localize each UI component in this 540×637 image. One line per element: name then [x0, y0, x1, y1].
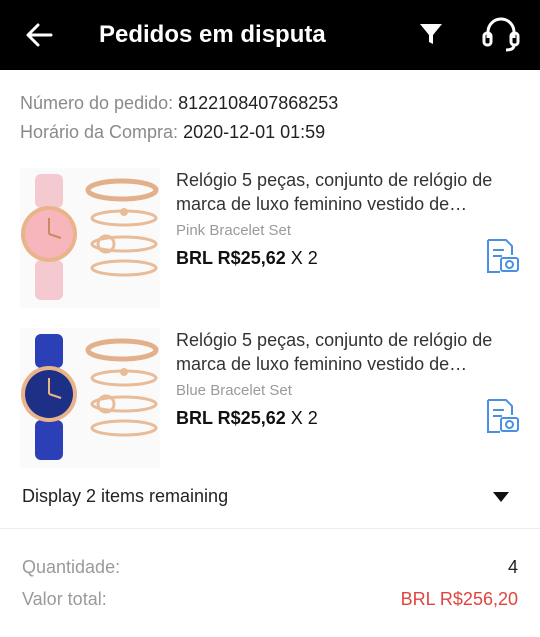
document-camera-icon[interactable]	[484, 238, 520, 274]
product-price: BRL R$25,62 X 2	[176, 248, 318, 269]
product-image[interactable]	[20, 168, 160, 308]
filter-icon[interactable]	[418, 21, 444, 47]
order-number-label: Número do pedido:	[20, 93, 174, 113]
document-camera-icon[interactable]	[484, 398, 520, 434]
quantity-value: 4	[507, 557, 518, 577]
total-label: Valor total:	[22, 589, 107, 609]
product-image[interactable]	[20, 328, 160, 468]
order-number-value: 8122108407868253	[178, 93, 339, 113]
page-title: Pedidos em disputa	[99, 21, 326, 48]
headset-icon[interactable]	[480, 16, 522, 52]
purchase-time: Horário da Compra: 2020-12-01 01:59	[20, 121, 325, 143]
back-arrow-icon[interactable]	[24, 20, 54, 50]
quantity-label: Quantidade:	[22, 557, 121, 577]
product-price-value: BRL R$25,62	[176, 408, 286, 428]
product-quantity: X 2	[290, 408, 318, 428]
product-price-value: BRL R$25,62	[176, 248, 286, 268]
product-name[interactable]: Relógio 5 peças, conjunto de relógio de …	[176, 328, 521, 376]
display-remaining-toggle[interactable]: Display 2 items remaining	[0, 472, 540, 522]
purchase-time-label: Horário da Compra:	[20, 122, 179, 142]
product-name[interactable]: Relógio 5 peças, conjunto de relógio de …	[176, 168, 521, 216]
display-remaining-label: Display 2 items remaining	[22, 486, 229, 506]
purchase-time-value: 2020-12-01 01:59	[183, 122, 326, 142]
product-quantity: X 2	[290, 248, 318, 268]
total-value: BRL R$256,20	[400, 589, 518, 609]
order-number: Número do pedido: 8122108407868253	[20, 92, 338, 114]
header-bar: Pedidos em disputa	[0, 0, 540, 70]
product-variant: Blue Bracelet Set	[176, 382, 292, 399]
product-item[interactable]: Relógio 5 peças, conjunto de relógio de …	[0, 328, 540, 478]
divider	[0, 528, 540, 529]
chevron-down-icon	[493, 492, 509, 502]
product-item[interactable]: Relógio 5 peças, conjunto de relógio de …	[0, 168, 540, 318]
product-price: BRL R$25,62 X 2	[176, 408, 318, 429]
product-variant: Pink Bracelet Set	[176, 222, 292, 239]
